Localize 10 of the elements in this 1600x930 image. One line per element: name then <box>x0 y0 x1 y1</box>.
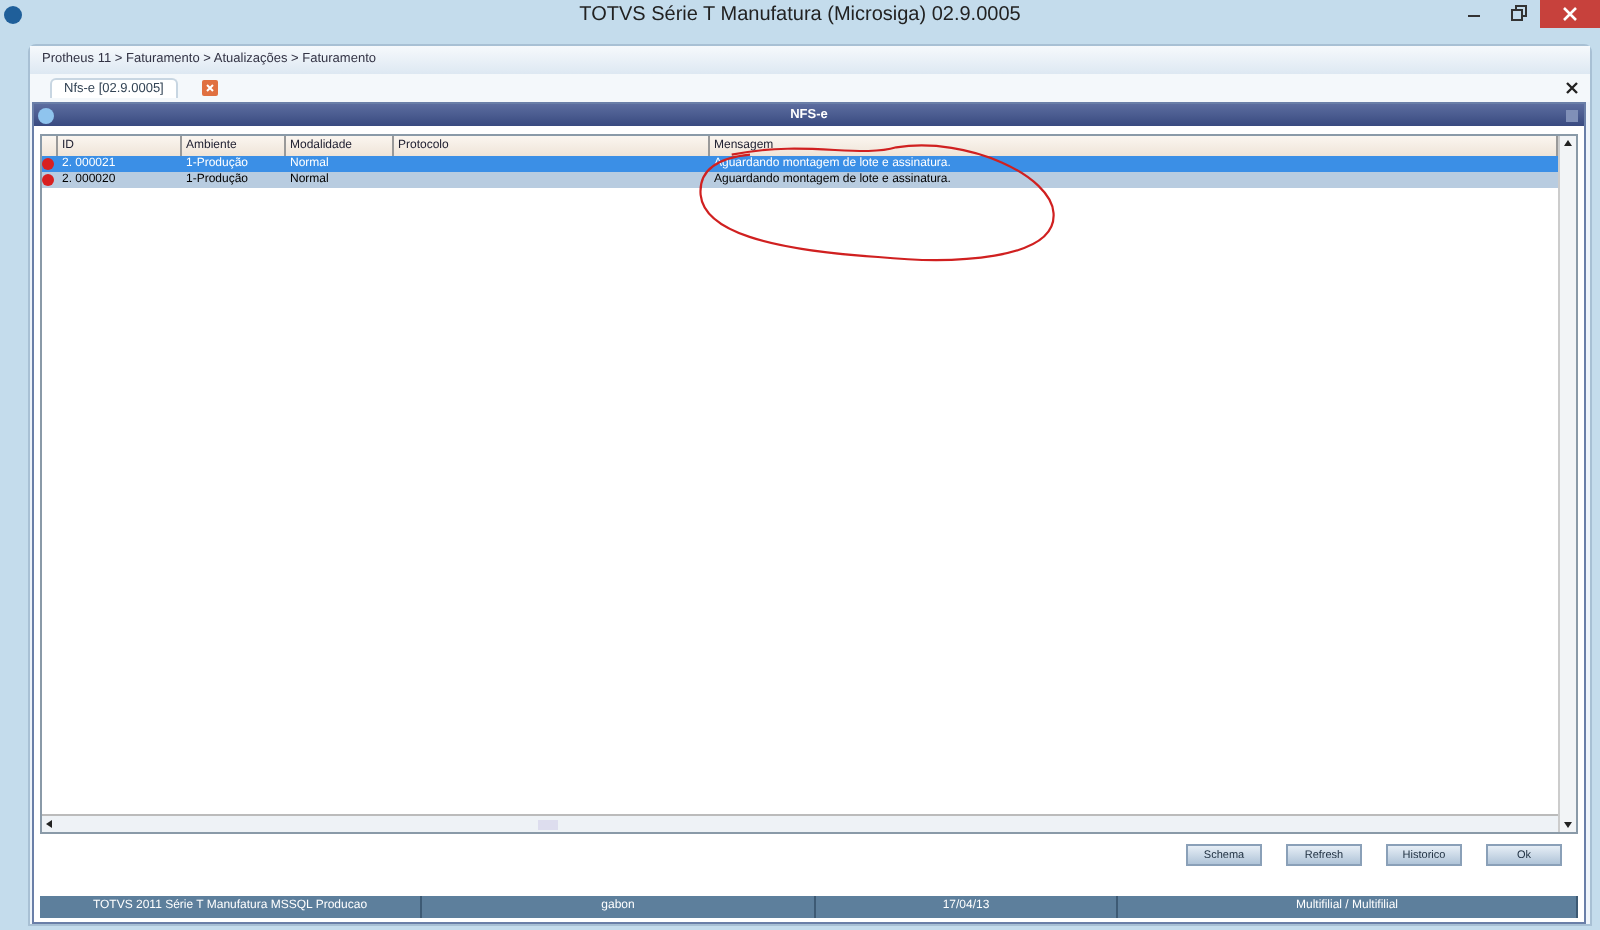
scroll-thumb[interactable] <box>538 819 558 829</box>
vertical-scrollbar[interactable] <box>1558 136 1576 832</box>
scroll-down-icon[interactable] <box>1560 816 1576 832</box>
close-button[interactable] <box>1540 0 1600 28</box>
app-logo-icon <box>4 5 22 23</box>
close-tab-icon[interactable] <box>201 80 218 96</box>
window-title: TOTVS Série T Manufatura (Microsiga) 02.9.0005 <box>579 3 1021 25</box>
horizontal-scrollbar[interactable] <box>42 814 1558 832</box>
scroll-up-icon[interactable] <box>1560 136 1576 152</box>
scroll-left-icon[interactable] <box>42 816 58 832</box>
